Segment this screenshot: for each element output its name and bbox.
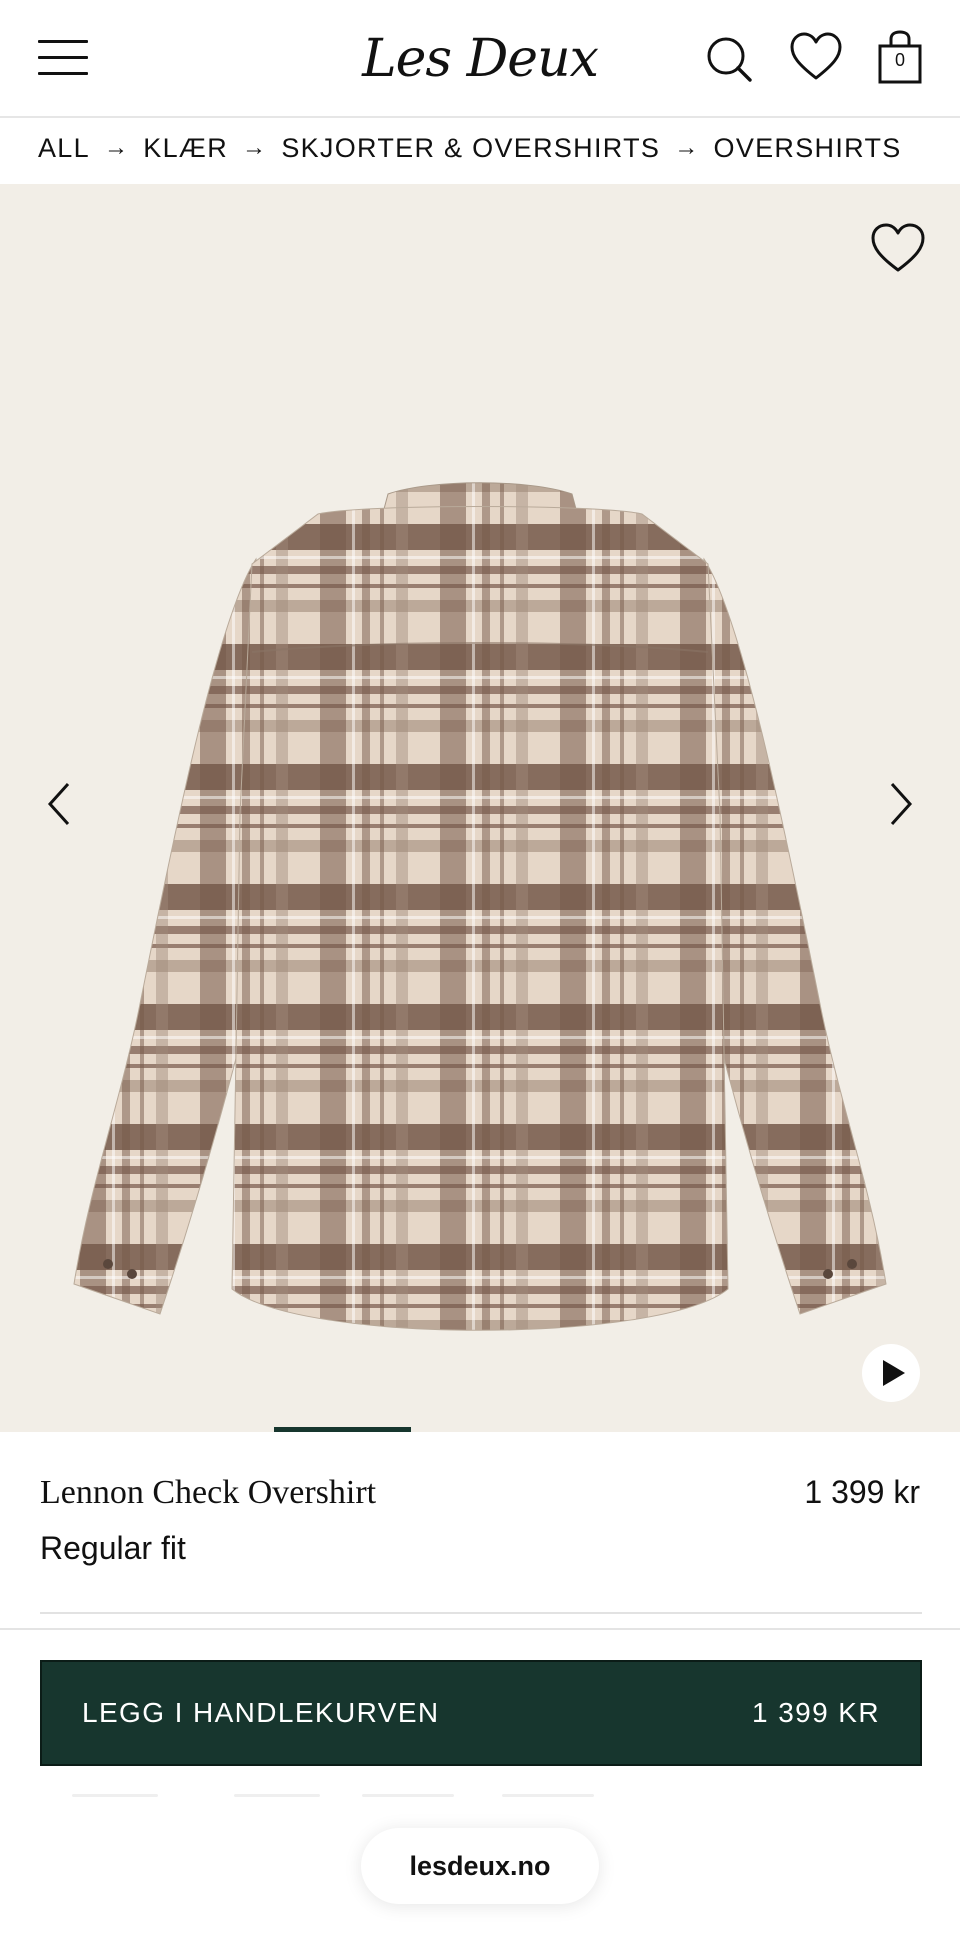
search-icon <box>707 37 752 82</box>
breadcrumb-item-skjorter[interactable]: SKJORTER & OVERSHIRTS <box>281 133 660 164</box>
product-price: 1 399 kr <box>804 1474 920 1510</box>
cart-button[interactable]: 0 <box>872 28 928 88</box>
chevron-left-icon <box>47 782 70 826</box>
product-image <box>73 482 887 1331</box>
cart-count: 0 <box>894 50 905 70</box>
breadcrumb-item-klaer[interactable]: KLÆR <box>143 133 228 164</box>
product-gallery[interactable] <box>0 184 960 1432</box>
heart-icon <box>790 32 842 80</box>
gallery-progress-indicator <box>274 1427 411 1432</box>
add-to-cart-button[interactable]: LEGG I HANDLEKURVEN 1 399 KR <box>40 1660 922 1766</box>
browser-url-bar[interactable]: lesdeux.no <box>361 1828 599 1904</box>
add-to-wishlist-button[interactable] <box>868 220 928 276</box>
add-to-cart-label: LEGG I HANDLEKURVEN <box>82 1697 440 1728</box>
heart-icon <box>871 223 925 272</box>
previous-image-button[interactable] <box>40 776 80 832</box>
brand-logo[interactable]: Les Deux <box>360 24 600 94</box>
chevron-right-icon <box>890 782 913 826</box>
site-header: Les Deux 0 <box>0 0 960 118</box>
search-button[interactable] <box>702 28 758 88</box>
play-icon <box>883 1360 905 1386</box>
divider <box>40 1612 922 1614</box>
breadcrumb-arrow-icon: → <box>674 134 700 161</box>
product-fit: Regular fit <box>40 1530 186 1566</box>
gallery-progress <box>0 1427 960 1433</box>
breadcrumb-arrow-icon: → <box>242 134 268 161</box>
breadcrumb-arrow-icon: → <box>103 134 130 161</box>
next-image-button[interactable] <box>880 776 920 832</box>
product-info: Lennon Check Overshirt 1 399 kr Regular … <box>0 1434 960 1614</box>
breadcrumb-item-all[interactable]: ALL <box>38 133 90 164</box>
product-name: Lennon Check Overshirt <box>40 1474 377 1511</box>
add-to-cart-price: 1 399 KR <box>752 1697 880 1728</box>
menu-button[interactable] <box>38 36 90 80</box>
faded-content <box>72 1794 672 1800</box>
breadcrumb: ALL → KLÆR → SKJORTER & OVERSHIRTS → OVE… <box>38 120 902 176</box>
hamburger-menu-icon <box>38 40 88 43</box>
play-video-button[interactable] <box>862 1344 920 1402</box>
sticky-add-to-cart-bar: LEGG I HANDLEKURVEN 1 399 KR lesdeux.no <box>0 1628 960 1937</box>
wishlist-button[interactable] <box>788 28 844 88</box>
breadcrumb-item-overshirts[interactable]: OVERSHIRTS <box>714 133 902 164</box>
